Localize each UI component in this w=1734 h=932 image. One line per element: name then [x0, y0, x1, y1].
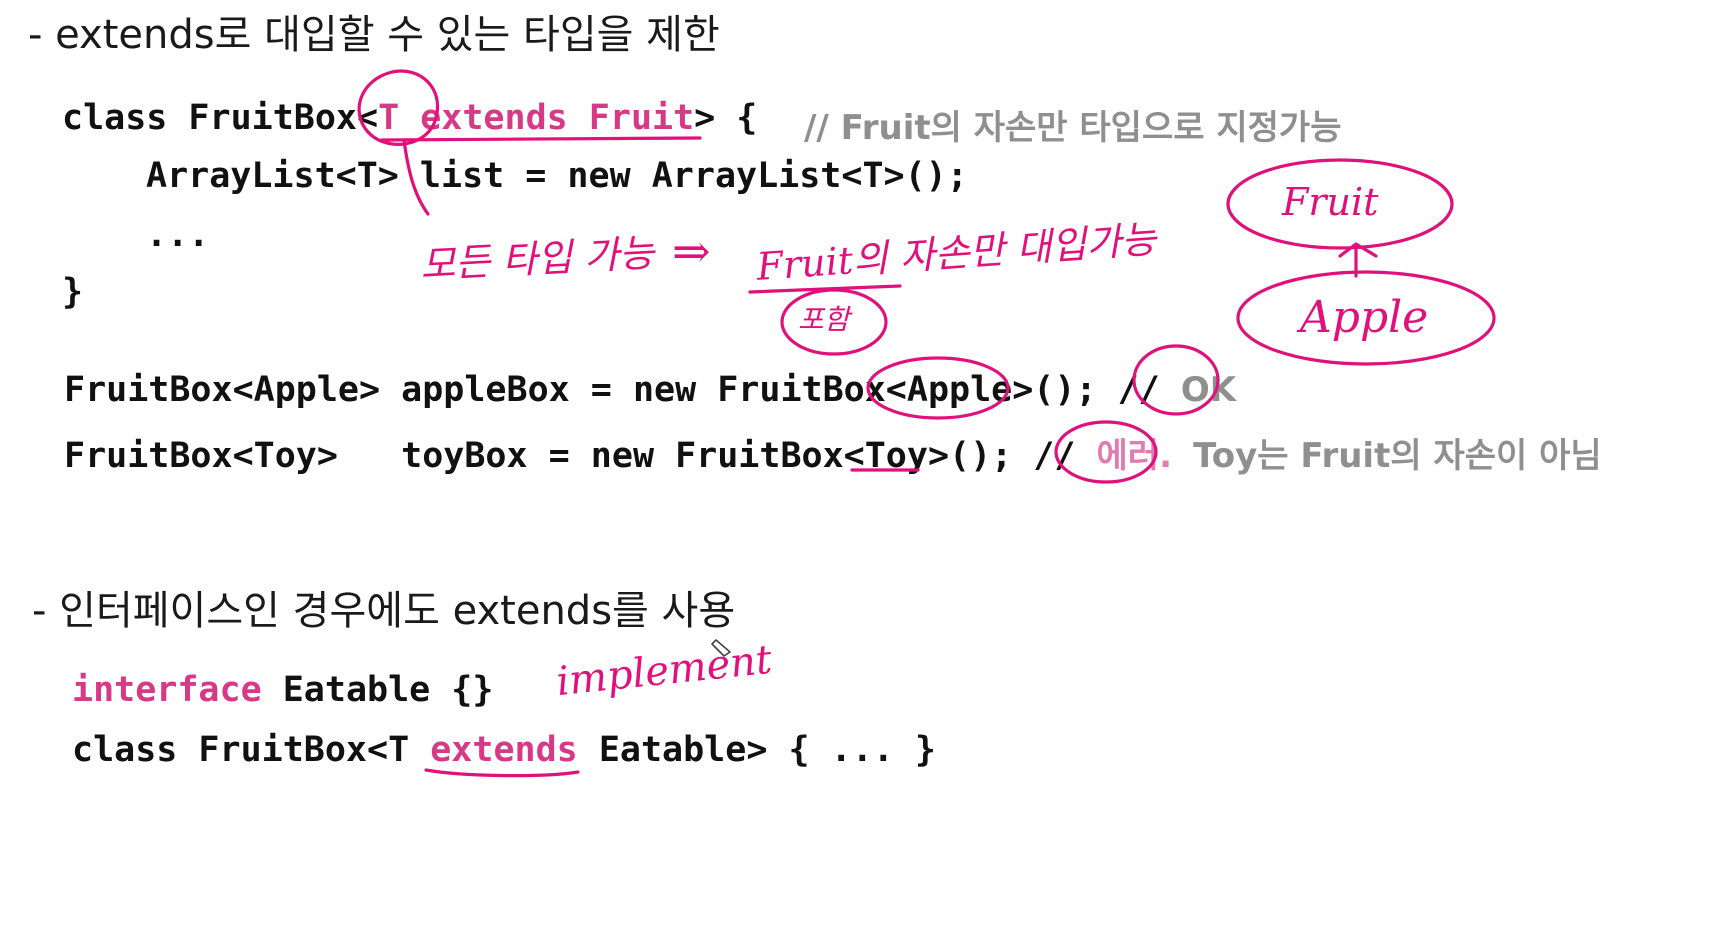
code-extends-keyword: extends: [430, 730, 578, 770]
code-line-arraylist: ArrayList<T> list = new ArrayList<T>();: [146, 156, 968, 196]
code-comment-fruit-only: // Fruit의 자손만 타입으로 지정가능: [804, 108, 1342, 148]
code-class-suffix: > {: [694, 98, 758, 138]
code-interface-rest: Eatable {}: [282, 670, 494, 710]
section2-heading: - 인터페이스인 경우에도 extends를 사용: [32, 588, 736, 634]
code-type-bound: T extends Fruit: [378, 98, 695, 138]
code-comment-not-descendant: Toy는 Fruit의 자손이 아님: [1193, 436, 1602, 476]
code-toybox-statement: FruitBox<Toy> toyBox = new FruitBox<Toy>…: [64, 436, 1076, 476]
code-fruitbox-prefix: class FruitBox<T: [72, 730, 410, 770]
ink-underline-extends: [424, 768, 580, 778]
note-include: 포함: [798, 303, 850, 336]
code-line-fruitbox-eatable: class FruitBox<T extends Eatable> { ... …: [72, 730, 936, 770]
code-applebox-statement: FruitBox<Apple> appleBox = new FruitBox<…: [64, 370, 1160, 410]
code-line-ellipsis: ...: [146, 215, 210, 255]
code-interface-keyword: interface: [72, 670, 262, 710]
diagram-child-apple: Apple: [1300, 292, 1429, 343]
code-comment-ok: OK: [1180, 370, 1237, 410]
note-all-types-possible: 모든 타입 가능: [419, 230, 656, 288]
section1-heading: - extends로 대입할 수 있는 타입을 제한: [28, 12, 720, 58]
code-line-interface: interface Eatable {}: [72, 670, 493, 710]
note-implies-arrow: ⇒: [672, 224, 711, 278]
code-line-class-declaration: class FruitBox<T extends Fruit> {: [62, 98, 757, 138]
code-comment-error: 에러.: [1096, 436, 1173, 476]
ink-underline-type-bound: [380, 136, 702, 142]
code-line-toybox: FruitBox<Toy> toyBox = new FruitBox<Toy>…: [64, 428, 1602, 477]
ink-arrow-head: [1338, 242, 1378, 258]
code-line-close-brace: }: [62, 272, 84, 312]
code-fruitbox-suffix: Eatable> { ... }: [598, 730, 936, 770]
code-class-prefix: class FruitBox<: [62, 98, 379, 138]
code-line-applebox: FruitBox<Apple> appleBox = new FruitBox<…: [64, 370, 1236, 410]
note-fruit-descendants-only: Fruit의 자손만 대입가능: [755, 217, 1158, 289]
note-implement: implement: [554, 636, 775, 706]
diagram-parent-fruit: Fruit: [1282, 180, 1379, 224]
